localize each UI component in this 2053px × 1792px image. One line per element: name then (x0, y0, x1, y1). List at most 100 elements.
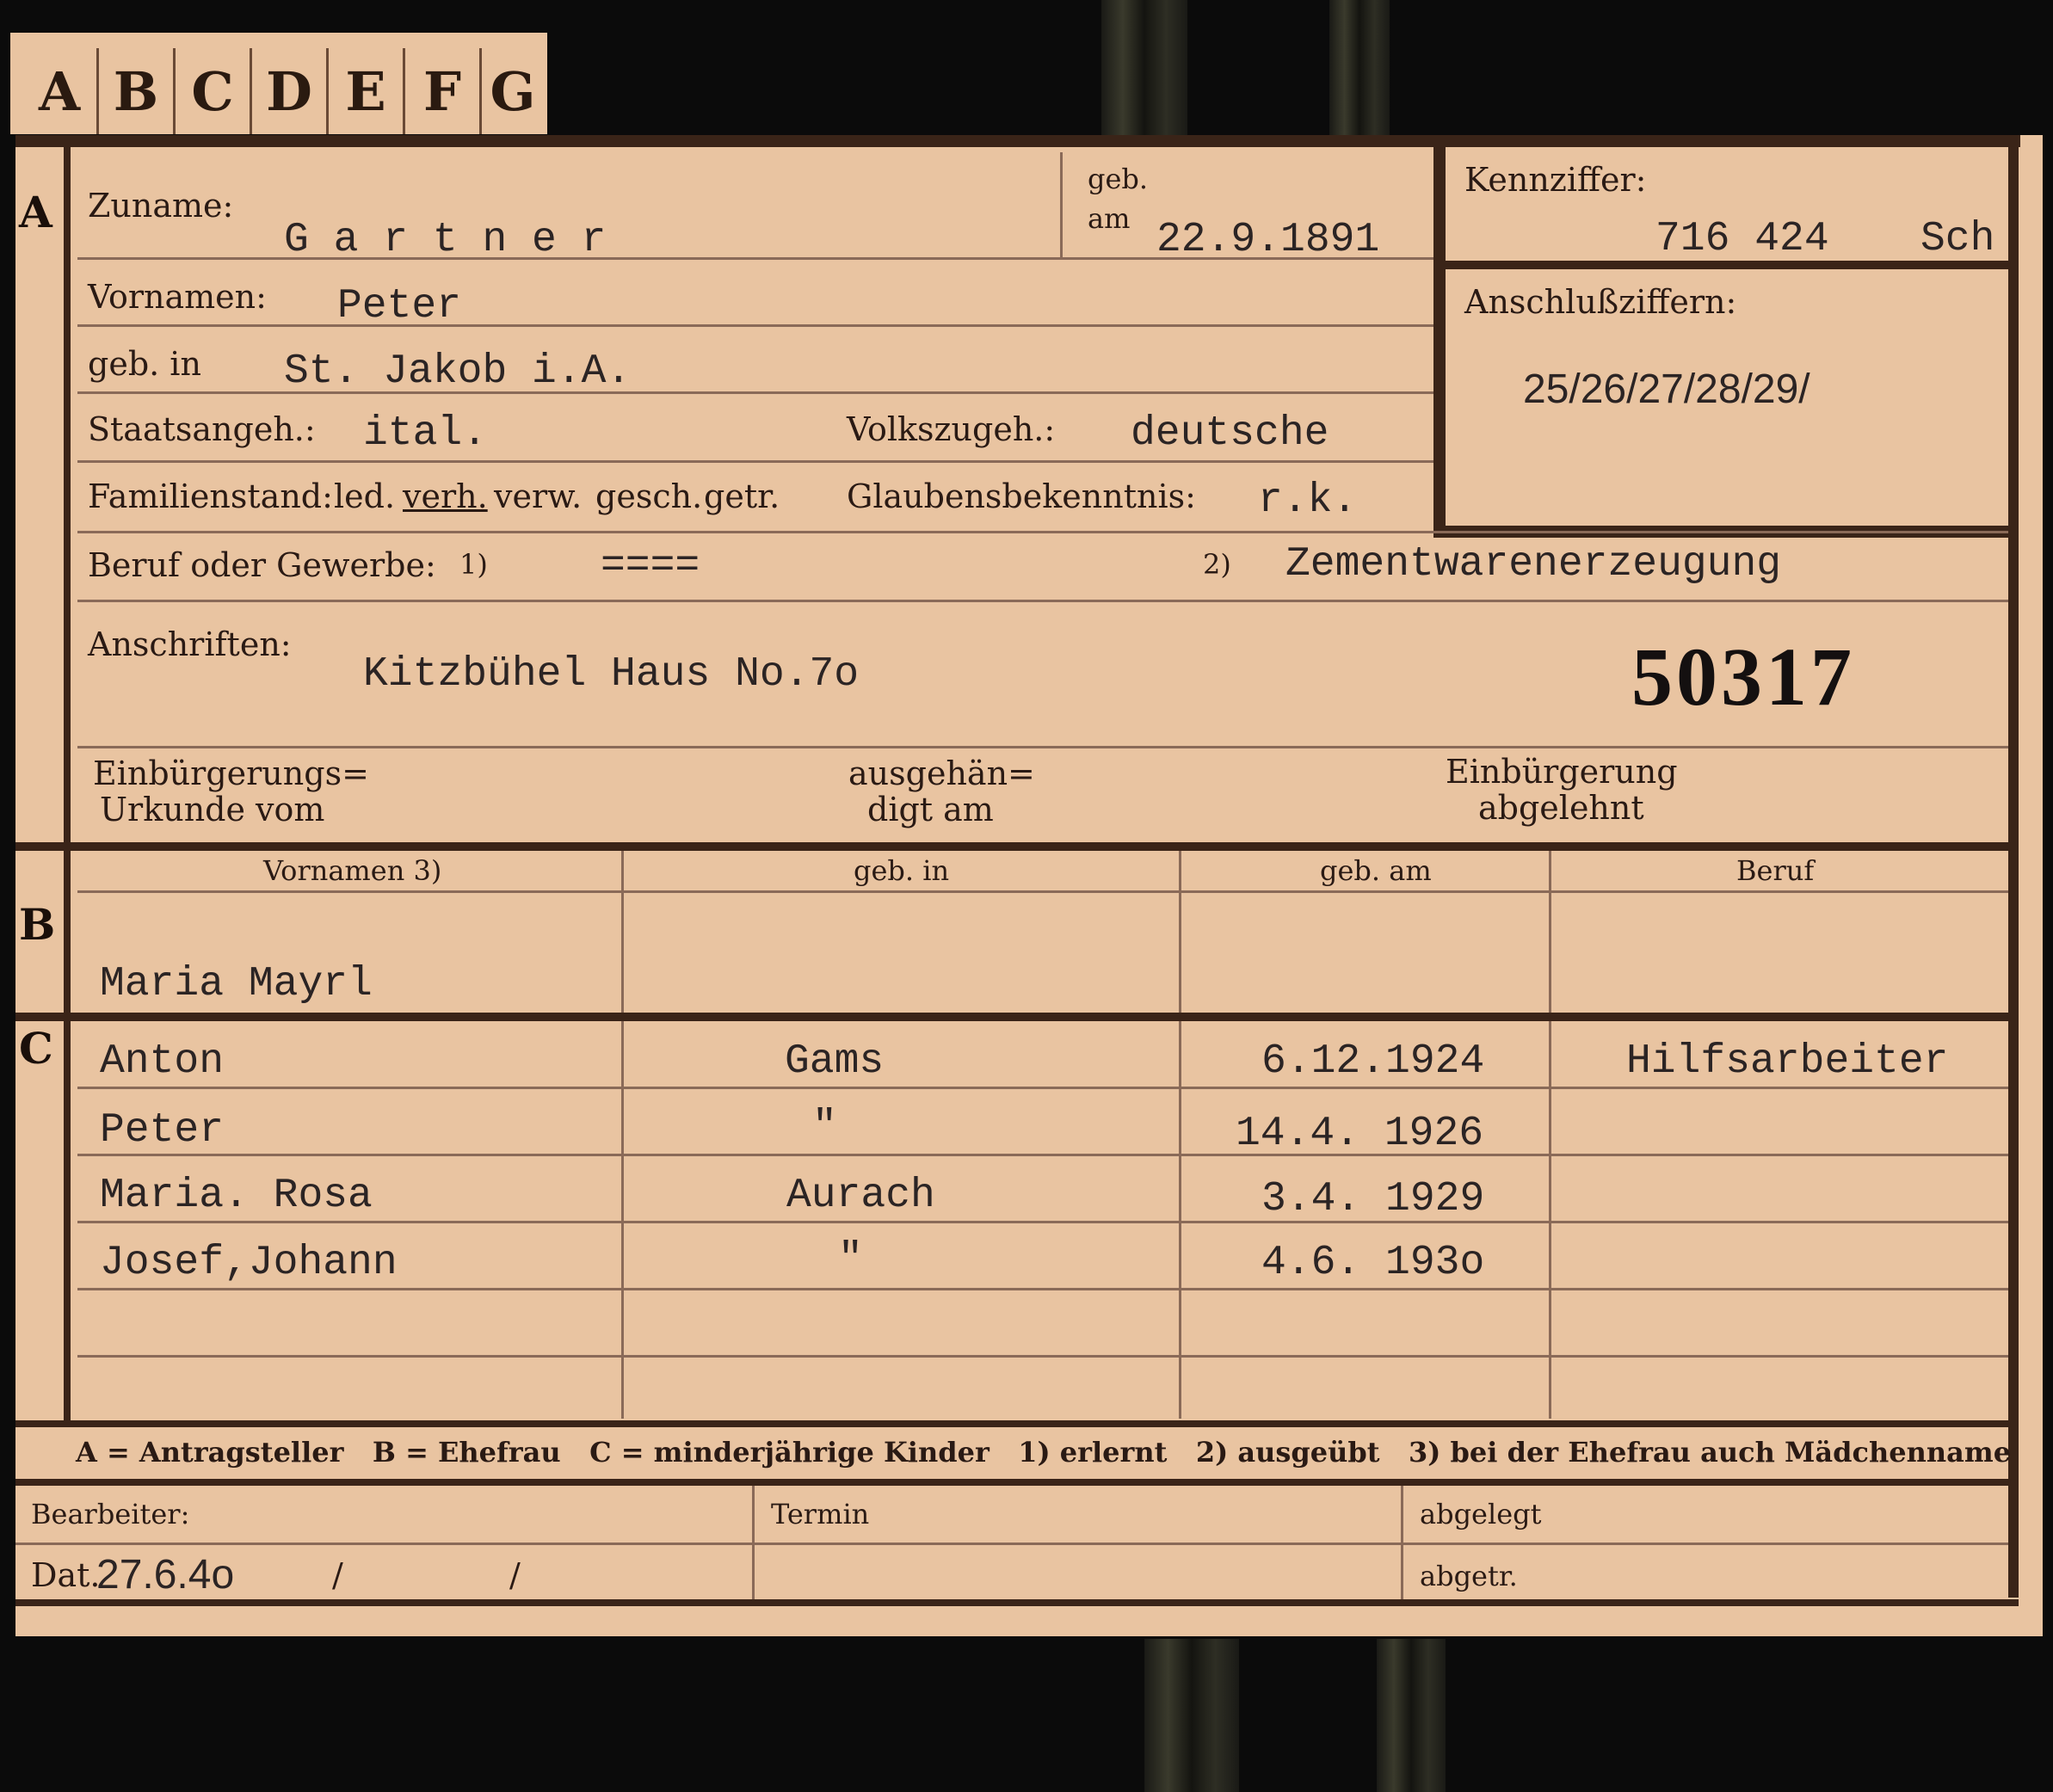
col-divider-2 (1179, 851, 1181, 1419)
anschriften-label: Anschriften: (88, 625, 292, 663)
familienstand-option-verheiratet: verh. (403, 477, 488, 515)
rule-anschriften (77, 746, 2008, 748)
c-rule-2 (77, 1154, 2008, 1156)
c-rule-1 (77, 1087, 2008, 1089)
c-row4-vornamen: Josef,Johann (100, 1240, 398, 1286)
dat-label: Dat. (31, 1556, 101, 1594)
familienstand-label: Familienstand: (88, 477, 333, 515)
col-divider-1 (621, 851, 624, 1419)
glaubens-label: Glaubensbekenntnis: (847, 477, 1196, 515)
c-rule-4 (77, 1288, 2008, 1290)
zuname-label: Zuname: (88, 187, 234, 225)
c-row4-geb-am: 4.6. 193o (1261, 1240, 1485, 1286)
geb-am-divider (1060, 152, 1063, 257)
einbuergerung-abgelehnt-line2: abgelehnt (1478, 789, 1644, 827)
section-b-marker: B (19, 899, 56, 950)
c-row4-geb-in: " (838, 1236, 863, 1283)
rule-staatsangeh (77, 460, 1433, 463)
rule-beruf (77, 600, 2008, 602)
staatsangeh-value: ital. (363, 410, 488, 457)
glaubens-value: r.k. (1258, 477, 1358, 524)
abgetr-label: abgetr. (1420, 1560, 1518, 1592)
beruf-note-2: 2) (1203, 548, 1231, 581)
kennziffer-value: 716 424 (1655, 216, 1829, 262)
b-header-geb-am: geb. am (1320, 854, 1432, 887)
legend-text: A = Antragsteller B = Ehefrau C = minder… (76, 1436, 2012, 1469)
b-row-vornamen: Maria Mayrl (100, 961, 373, 1007)
c-row3-geb-am: 3.4. 1929 (1261, 1176, 1485, 1222)
volkszugeh-label: Volkszugeh.: (847, 410, 1056, 448)
staatsangeh-label: Staatsangeh.: (88, 410, 316, 448)
anschluss-value: 25/26/27/28/29/ (1523, 366, 1810, 412)
section-a-marker: A (19, 187, 52, 237)
tab-e: E (329, 48, 405, 134)
dat-slash-1: / (332, 1556, 343, 1594)
vornamen-label: Vornamen: (88, 278, 267, 316)
bearbeiter-label: Bearbeiter: (31, 1498, 190, 1530)
background-strip-top-2 (1329, 0, 1390, 138)
beruf-label: Beruf oder Gewerbe: (88, 546, 436, 584)
c-row1-geb-am: 6.12.1924 (1261, 1038, 1485, 1085)
familienstand-option-ledig: led. (334, 477, 396, 515)
dat-value: 27.6.4o (96, 1552, 235, 1598)
b-header-vornamen: Vornamen 3) (263, 854, 442, 887)
beruf-erlernt-value: ==== (601, 543, 700, 589)
dat-slash-2: / (509, 1556, 521, 1594)
section-b-top-rule (15, 842, 2019, 851)
ausgehaendigt-line2: digt am (867, 791, 994, 828)
footer-divider-2 (1401, 1486, 1403, 1601)
einbuergerung-urkunde-line1: Einbürgerungs= (93, 754, 369, 792)
geb-am-value: 22.9.1891 (1156, 217, 1380, 263)
geb-label: geb. (1088, 163, 1149, 195)
b-header-beruf: Beruf (1736, 854, 1815, 887)
c-row2-geb-in: " (812, 1104, 837, 1150)
tab-c: C (176, 48, 252, 134)
frame-right (2008, 135, 2019, 1598)
b-header-rule (77, 890, 2008, 893)
rule-familienstand (77, 531, 2008, 533)
col-divider-3 (1549, 851, 1551, 1419)
kennziffer-box-left (1433, 147, 1446, 536)
c-row2-vornamen: Peter (100, 1107, 225, 1154)
rule-vornamen (77, 324, 1433, 327)
tab-d: D (252, 48, 329, 134)
familienstand-option-geschieden: gesch. (595, 477, 703, 515)
rule-zuname (77, 257, 1433, 260)
section-c-top-rule (15, 1013, 2019, 1021)
tab-b: B (99, 48, 176, 134)
am-label: am (1088, 202, 1131, 235)
legend-top-rule (15, 1420, 2019, 1427)
c-row1-beruf: Hilfsarbeiter (1626, 1038, 1949, 1085)
rule-geb-in (77, 391, 1433, 394)
vornamen-value: Peter (337, 283, 462, 329)
anschluss-label: Anschlußziffern: (1464, 283, 1737, 321)
c-row1-vornamen: Anton (100, 1038, 225, 1085)
legend-bottom-rule (15, 1479, 2019, 1486)
abgelegt-label: abgelegt (1420, 1498, 1542, 1530)
c-row3-vornamen: Maria. Rosa (100, 1173, 373, 1219)
einbuergerung-abgelehnt-line1: Einbürgerung (1446, 753, 1678, 791)
anschriften-value: Kitzbühel Haus No.7o (363, 651, 860, 698)
kennziffer-suffix: Sch (1920, 216, 1995, 262)
index-tabs: A B C D E F G (10, 33, 547, 134)
footer-rule (15, 1543, 2008, 1545)
tab-g: G (490, 59, 536, 123)
c-row3-geb-in: Aurach (786, 1173, 935, 1219)
termin-label: Termin (771, 1498, 870, 1530)
frame-top (15, 135, 2020, 147)
footer-bottom-rule (15, 1599, 2019, 1606)
einbuergerung-urkunde-line2: Urkunde vom (100, 791, 325, 828)
c-rule-5 (77, 1355, 2008, 1358)
geb-in-label: geb. in (88, 345, 201, 383)
volkszugeh-value: deutsche (1131, 410, 1329, 457)
kennziffer-label: Kennziffer: (1464, 161, 1647, 199)
b-header-geb-in: geb. in (854, 854, 950, 887)
tab-a: A (22, 48, 99, 134)
beruf-ausgeuebt-value: Zementwarenerzeugung (1285, 541, 1782, 588)
registration-card: A Zuname: G a r t n e r geb. am 22.9.189… (15, 135, 2043, 1636)
frame-left-col (64, 147, 71, 1420)
geb-in-value: St. Jakob i.A. (284, 348, 632, 395)
tab-f: F (405, 48, 482, 134)
section-c-marker: C (19, 1023, 53, 1074)
familienstand-option-getrennt: getr. (704, 477, 780, 515)
